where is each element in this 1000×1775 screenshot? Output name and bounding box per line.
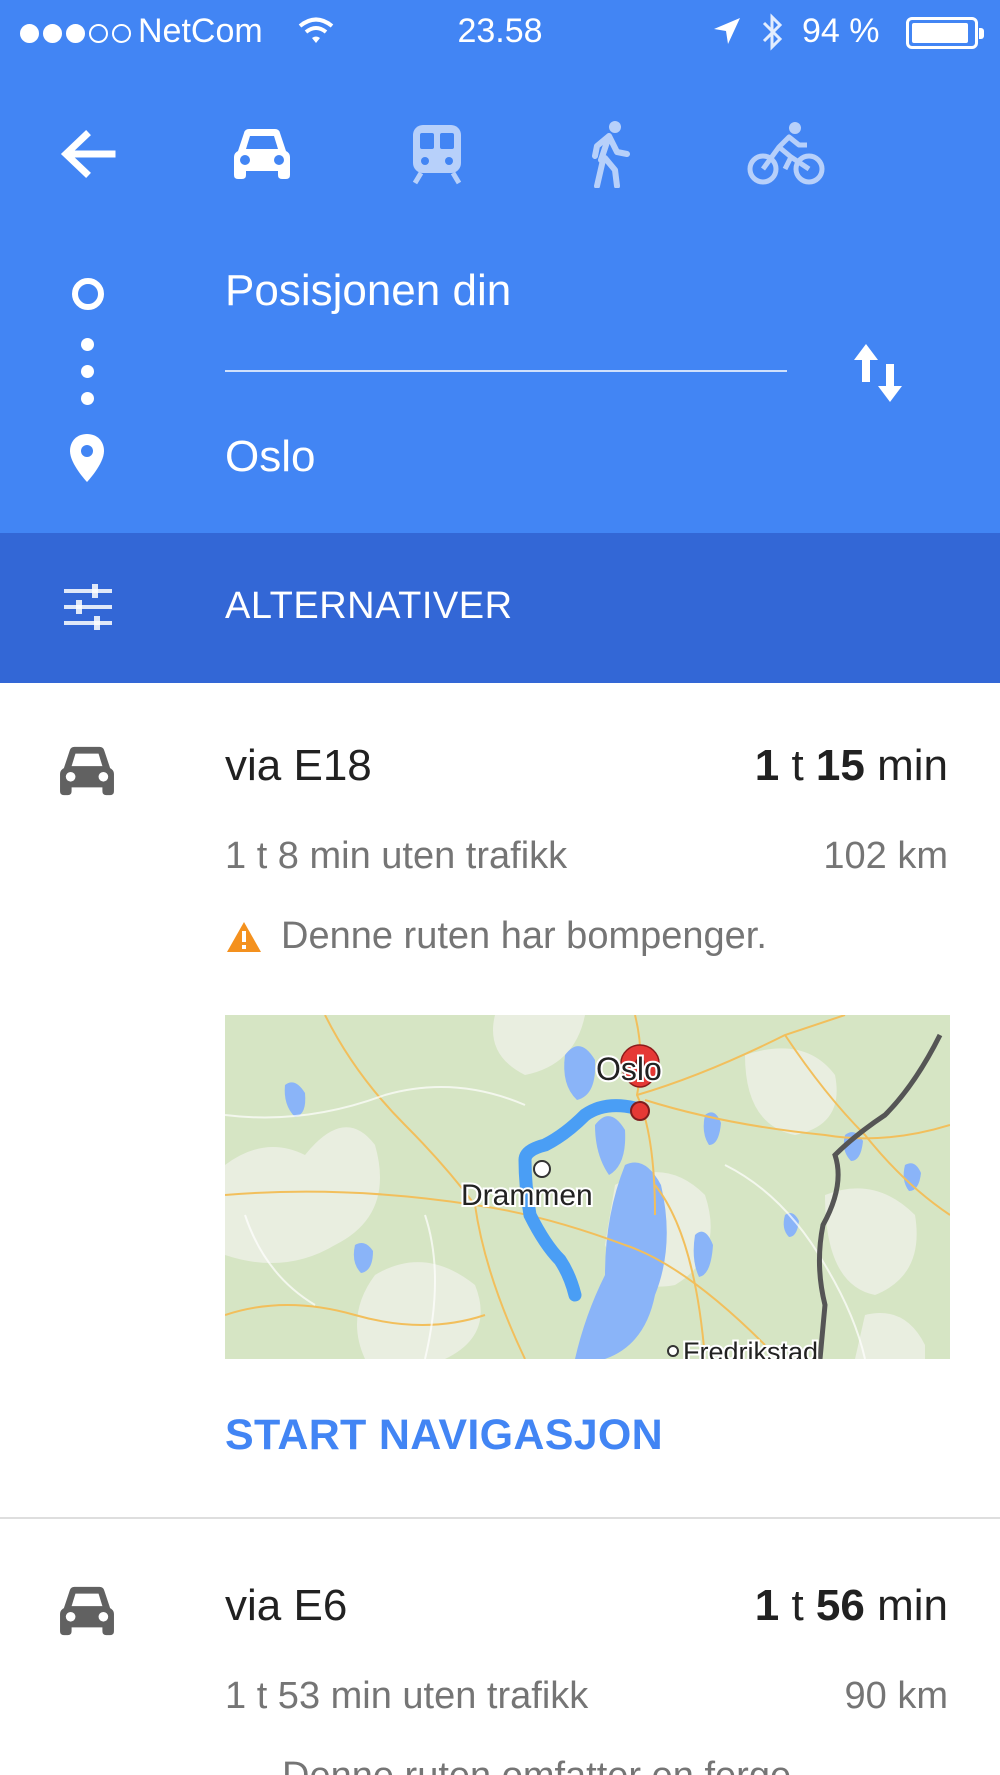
car-icon: [58, 745, 116, 802]
mode-bike-tab[interactable]: [746, 114, 826, 194]
ferry-warning-text: Denne ruten omfatter en ferge.: [282, 1755, 802, 1775]
duration-minutes: 15: [815, 741, 865, 790]
duration-hours-unit: t: [791, 741, 804, 790]
route-name: via E18: [225, 741, 372, 790]
map-label-fredrikstad: Fredrikstad: [683, 1337, 818, 1359]
train-icon: [412, 125, 462, 185]
battery-percent: 94 %: [802, 12, 880, 50]
duration-hours: 1: [754, 1581, 780, 1630]
location-arrow-icon: [712, 16, 742, 55]
map-label-oslo: Oslo: [596, 1051, 662, 1087]
start-navigation-button[interactable]: START NAVIGASJON: [225, 1411, 663, 1460]
walking-person-icon: [592, 121, 630, 188]
route-duration: 1 t 15 min: [755, 741, 948, 791]
route-dots-icon: [81, 365, 94, 378]
route-distance: 90 km: [844, 1675, 948, 1717]
route-duration: 1 t 56 min: [755, 1581, 948, 1631]
destination-input[interactable]: Oslo: [225, 432, 315, 482]
tune-sliders-icon: [62, 581, 114, 638]
duration-minutes-unit: min: [877, 741, 948, 790]
route-distance: 102 km: [823, 835, 948, 877]
battery-icon: [906, 17, 984, 49]
options-bar[interactable]: ALTERNATIVER: [0, 533, 1000, 683]
bicycle-icon: [747, 122, 825, 185]
route-card[interactable]: via E6 1 t 56 min 1 t 53 min uten trafik…: [0, 1519, 1000, 1775]
route-card[interactable]: via E18 1 t 15 min 1 t 8 min uten trafik…: [0, 683, 1000, 1518]
directions-header: NetCom 23.58 94 % Posisjonen din Oslo: [0, 0, 1000, 533]
mode-walk-tab[interactable]: [570, 114, 650, 194]
swap-route-button[interactable]: [848, 340, 908, 411]
swap-arrows-icon: [854, 344, 902, 402]
route-map-preview[interactable]: Oslo Drammen Fredrikstad: [225, 1015, 950, 1359]
options-label: ALTERNATIVER: [225, 585, 513, 627]
duration-minutes-unit: min: [877, 1581, 948, 1630]
no-traffic-time: 1 t 53 min uten trafikk: [225, 1675, 589, 1717]
map-graphic: Oslo Drammen Fredrikstad: [225, 1015, 950, 1359]
warning-text: Denne ruten har bompenger.: [281, 915, 767, 957]
warning-icon: [227, 921, 261, 952]
map-label-drammen: Drammen: [461, 1179, 593, 1212]
route-form: Posisjonen din Oslo: [0, 230, 1000, 482]
field-divider: [225, 370, 787, 372]
travel-mode-bar: [0, 100, 1000, 210]
origin-circle-icon: [72, 278, 104, 310]
car-icon: [58, 1585, 116, 1642]
route-name: via E6: [225, 1581, 348, 1630]
arrow-left-icon: [60, 130, 116, 178]
mode-transit-tab[interactable]: [397, 114, 477, 194]
destination-pin-icon: [68, 432, 106, 489]
route-dots-icon: [81, 392, 94, 405]
route-dots-icon: [81, 338, 94, 351]
bluetooth-icon: [758, 12, 786, 61]
duration-hours: 1: [754, 741, 780, 790]
back-button[interactable]: [48, 114, 128, 194]
duration-minutes: 56: [815, 1581, 865, 1630]
status-bar: NetCom 23.58 94 %: [0, 0, 1000, 66]
mode-car-tab[interactable]: [222, 114, 302, 194]
duration-hours-unit: t: [791, 1581, 804, 1630]
toll-warning: Denne ruten har bompenger.: [225, 915, 767, 958]
car-icon: [234, 129, 290, 179]
origin-input[interactable]: Posisjonen din: [225, 266, 511, 316]
no-traffic-time: 1 t 8 min uten trafikk: [225, 835, 568, 877]
